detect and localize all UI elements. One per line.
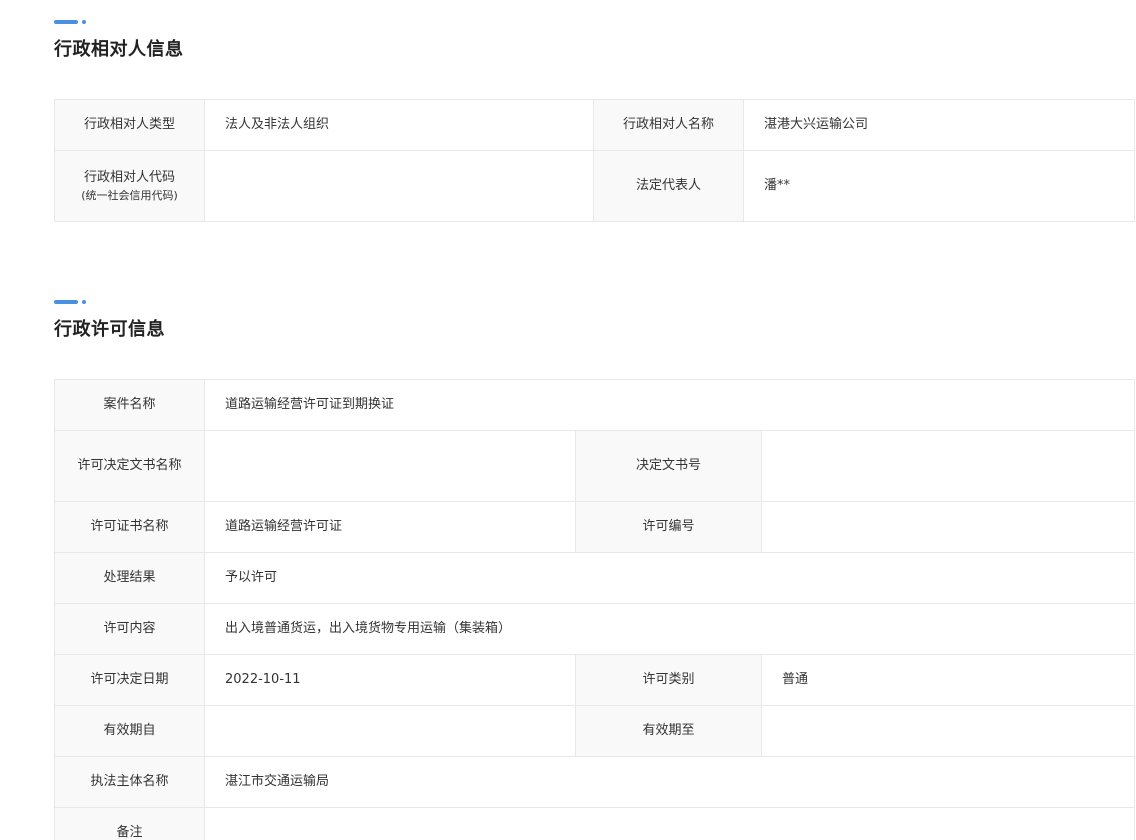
permit-content-value: 出入境普通货运，出入境货物专用运输（集装箱） xyxy=(203,603,1136,655)
section-accent-party xyxy=(54,20,94,24)
table-row: 备注 xyxy=(54,807,1136,840)
table-row: 案件名称 道路运输经营许可证到期换证 xyxy=(54,379,1136,431)
result-label: 处理结果 xyxy=(54,552,205,604)
table-row: 行政相对人类型 法人及非法人组织 行政相对人名称 湛港大兴运输公司 xyxy=(54,99,1135,151)
party-code-sublabel: (统一社会信用代码) xyxy=(81,189,178,202)
accent-dot xyxy=(82,20,86,24)
result-value: 予以许可 xyxy=(203,552,1136,604)
table-row: 有效期自 有效期至 xyxy=(54,705,1136,757)
legal-rep-value: 潘** xyxy=(743,150,1135,222)
permit-number-label: 许可编号 xyxy=(575,501,762,553)
accent-dot xyxy=(82,300,86,304)
certificate-name-label: 许可证书名称 xyxy=(54,501,205,553)
permit-content-label: 许可内容 xyxy=(54,603,205,655)
permit-category-label: 许可类别 xyxy=(575,654,762,706)
permit-category-value: 普通 xyxy=(760,654,1136,706)
license-section-title: 行政许可信息 xyxy=(54,319,165,340)
table-row: 行政相对人代码 (统一社会信用代码) 法定代表人 潘** xyxy=(54,150,1135,222)
decision-doc-name-label: 许可决定文书名称 xyxy=(54,430,205,502)
party-name-value: 湛港大兴运输公司 xyxy=(743,99,1135,151)
valid-from-label: 有效期自 xyxy=(54,705,205,757)
table-row: 许可证书名称 道路运输经营许可证 许可编号 xyxy=(54,501,1136,553)
table-row: 许可决定日期 2022-10-11 许可类别 普通 xyxy=(54,654,1136,706)
table-row: 执法主体名称 湛江市交通运输局 xyxy=(54,756,1136,808)
accent-bar xyxy=(54,20,78,24)
party-type-value: 法人及非法人组织 xyxy=(204,99,594,151)
table-row: 许可内容 出入境普通货运，出入境货物专用运输（集装箱） xyxy=(54,603,1136,655)
party-name-label: 行政相对人名称 xyxy=(593,99,744,151)
case-name-label: 案件名称 xyxy=(54,379,205,431)
certificate-name-value: 道路运输经营许可证 xyxy=(204,501,576,553)
section-accent-license xyxy=(54,300,94,304)
valid-to-label: 有效期至 xyxy=(575,705,762,757)
remark-label: 备注 xyxy=(54,807,205,840)
party-type-label: 行政相对人类型 xyxy=(54,99,205,151)
decision-doc-name-value xyxy=(204,430,576,502)
decision-date-label: 许可决定日期 xyxy=(54,654,205,706)
decision-doc-no-value xyxy=(760,430,1136,502)
party-info-table: 行政相对人类型 法人及非法人组织 行政相对人名称 湛港大兴运输公司 行政相对人代… xyxy=(54,99,1135,222)
license-info-table: 案件名称 道路运输经营许可证到期换证 许可决定文书名称 决定文书号 许可证书名称… xyxy=(54,379,1136,840)
party-code-value xyxy=(204,150,594,222)
accent-bar xyxy=(54,300,78,304)
table-row: 处理结果 予以许可 xyxy=(54,552,1136,604)
valid-to-value xyxy=(760,705,1136,757)
legal-rep-label: 法定代表人 xyxy=(593,150,744,222)
decision-date-value: 2022-10-11 xyxy=(204,654,576,706)
valid-from-value xyxy=(204,705,576,757)
page: 行政相对人信息 行政相对人类型 法人及非法人组织 行政相对人名称 湛港大兴运输公… xyxy=(0,0,1136,840)
case-name-value: 道路运输经营许可证到期换证 xyxy=(203,379,1136,431)
authority-name-label: 执法主体名称 xyxy=(54,756,205,808)
permit-number-value xyxy=(760,501,1136,553)
decision-doc-no-label: 决定文书号 xyxy=(575,430,762,502)
party-code-label: 行政相对人代码 xyxy=(83,170,175,185)
party-code-label-cell: 行政相对人代码 (统一社会信用代码) xyxy=(54,150,205,222)
authority-name-value: 湛江市交通运输局 xyxy=(203,756,1136,808)
table-row: 许可决定文书名称 决定文书号 xyxy=(54,430,1136,502)
remark-value xyxy=(203,807,1136,840)
party-section-title: 行政相对人信息 xyxy=(54,39,184,60)
